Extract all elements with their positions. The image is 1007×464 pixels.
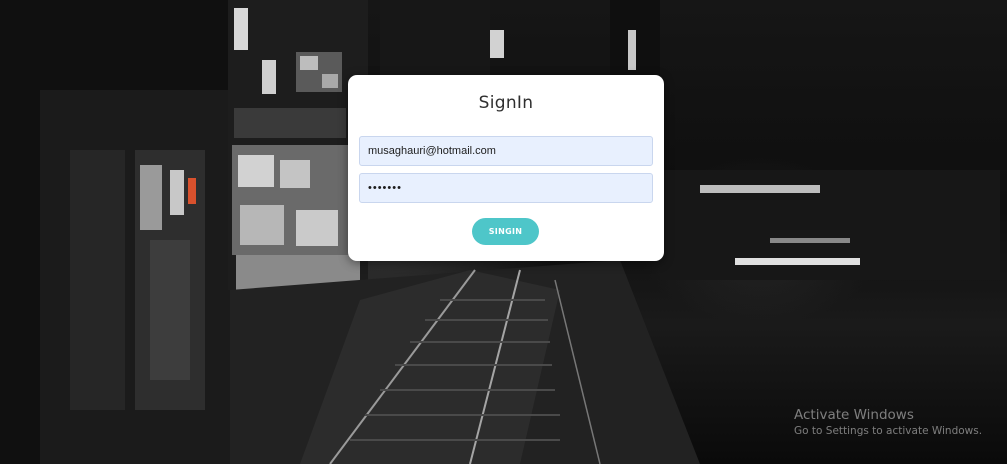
watermark-subtitle: Go to Settings to activate Windows. xyxy=(794,425,983,437)
email-field[interactable] xyxy=(359,136,653,166)
signin-card: SignIn SINGIN xyxy=(348,75,664,261)
signin-button[interactable]: SINGIN xyxy=(472,218,539,245)
password-field[interactable] xyxy=(359,173,653,203)
signin-title: SignIn xyxy=(478,93,534,113)
activate-windows-watermark: Activate Windows Go to Settings to activ… xyxy=(794,407,982,437)
watermark-title: Activate Windows xyxy=(794,407,914,423)
